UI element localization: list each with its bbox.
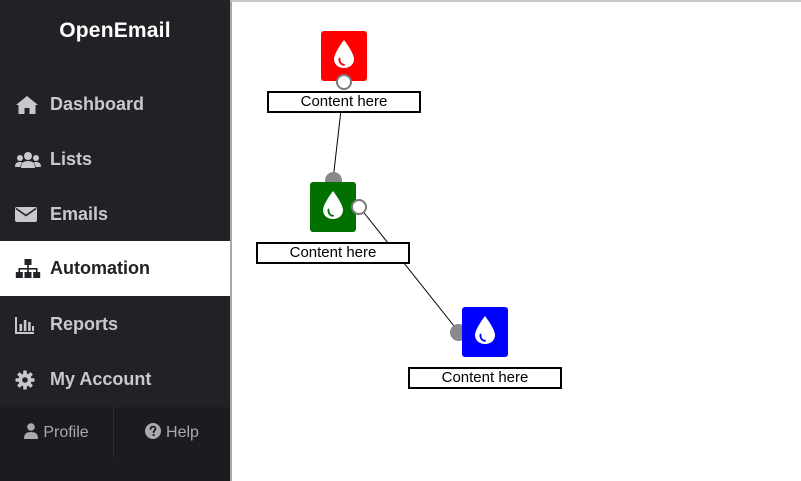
home-icon — [15, 94, 43, 116]
output-port[interactable] — [336, 74, 352, 90]
sidebar-item-label: Reports — [50, 314, 119, 334]
sitemap-icon — [15, 258, 43, 280]
drop-icon — [322, 190, 344, 225]
sidebar-footer: Profile Help — [0, 407, 230, 481]
node-label[interactable]: Content here — [256, 242, 410, 264]
app-title: OpenEmail — [59, 19, 171, 42]
help-button[interactable]: Help — [114, 407, 230, 459]
sidebar: OpenEmail Dashboard Lists Emails Automat… — [0, 0, 230, 481]
sidebar-item-reports[interactable]: Reports — [0, 297, 230, 352]
sidebar-item-label: Lists — [50, 149, 93, 169]
envelope-icon — [15, 204, 43, 226]
profile-button[interactable]: Profile — [0, 407, 113, 459]
sidebar-item-label: Emails — [50, 204, 109, 224]
automation-canvas[interactable] — [230, 0, 801, 481]
sidebar-item-automation[interactable]: Automation — [0, 241, 230, 296]
user-icon — [24, 422, 43, 444]
node-label[interactable]: Content here — [408, 367, 562, 389]
sidebar-item-label: Dashboard — [50, 94, 145, 114]
sidebar-item-label: Automation — [50, 258, 150, 278]
sidebar-item-emails[interactable]: Emails — [0, 187, 230, 242]
sidebar-item-dashboard[interactable]: Dashboard — [0, 77, 230, 132]
bar-chart-icon — [15, 314, 43, 336]
profile-label: Profile — [43, 424, 89, 441]
sidebar-item-my-account[interactable]: My Account — [0, 352, 230, 407]
node-label[interactable]: Content here — [267, 91, 421, 113]
question-circle-icon — [145, 422, 166, 444]
help-label: Help — [166, 424, 199, 441]
drop-icon — [333, 39, 355, 74]
gear-icon — [15, 369, 43, 391]
sidebar-item-label: My Account — [50, 369, 152, 389]
automation-node[interactable] — [310, 182, 356, 232]
output-port[interactable] — [351, 199, 367, 215]
automation-node[interactable] — [462, 307, 508, 357]
drop-icon — [474, 315, 496, 350]
users-icon — [15, 149, 43, 171]
sidebar-item-lists[interactable]: Lists — [0, 132, 230, 187]
